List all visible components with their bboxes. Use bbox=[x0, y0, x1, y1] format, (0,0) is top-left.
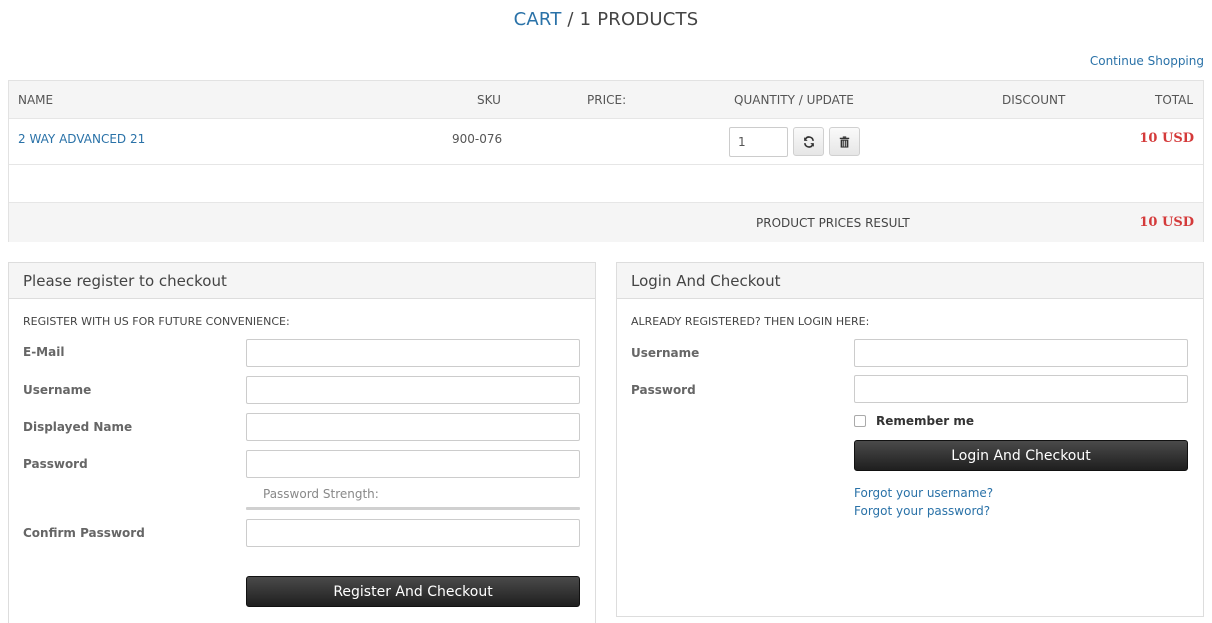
result-total: 10 USD bbox=[1139, 215, 1194, 230]
column-header-sku: SKU bbox=[477, 93, 501, 107]
trash-icon bbox=[839, 135, 850, 148]
login-panel-title: Login And Checkout bbox=[617, 263, 1203, 299]
register-and-checkout-button[interactable]: Register And Checkout bbox=[246, 576, 580, 607]
remember-me-label: Remember me bbox=[876, 414, 974, 428]
login-password-field[interactable] bbox=[854, 375, 1188, 403]
login-password-label: Password bbox=[631, 383, 696, 397]
username-label: Username bbox=[23, 383, 92, 397]
login-username-field[interactable] bbox=[854, 339, 1188, 367]
login-username-label: Username bbox=[631, 346, 700, 360]
remember-me-checkbox[interactable] bbox=[854, 415, 866, 427]
register-subtitle: REGISTER WITH US FOR FUTURE CONVENIENCE: bbox=[23, 315, 290, 328]
column-header-total: TOTAL bbox=[1155, 93, 1194, 107]
username-field[interactable] bbox=[246, 376, 580, 404]
result-label: PRODUCT PRICES RESULT bbox=[756, 216, 910, 230]
cart-item-row: 2 WAY ADVANCED 21 900-076 10 USD bbox=[9, 119, 1203, 165]
column-header-discount: DISCOUNT bbox=[1002, 93, 1066, 107]
register-panel: Please register to checkout REGISTER WIT… bbox=[8, 262, 596, 623]
delete-item-button[interactable] bbox=[829, 127, 860, 156]
page-title: CART / 1 PRODUCTS bbox=[0, 9, 1212, 30]
column-header-name: NAME bbox=[18, 93, 54, 107]
email-label: E-Mail bbox=[23, 345, 65, 359]
product-total: 10 USD bbox=[1139, 131, 1194, 146]
products-count-text: / 1 PRODUCTS bbox=[561, 9, 699, 30]
cart-table: NAME SKU PRICE: QUANTITY / UPDATE DISCOU… bbox=[8, 80, 1204, 242]
forgot-username-link[interactable]: Forgot your username? bbox=[854, 486, 993, 500]
displayed-name-field[interactable] bbox=[246, 413, 580, 441]
quantity-input[interactable] bbox=[729, 127, 788, 157]
login-subtitle: ALREADY REGISTERED? THEN LOGIN HERE: bbox=[631, 315, 870, 328]
forgot-password-link[interactable]: Forgot your password? bbox=[854, 504, 990, 518]
displayed-name-label: Displayed Name bbox=[23, 420, 133, 434]
update-quantity-button[interactable] bbox=[793, 127, 824, 156]
confirm-password-label: Confirm Password bbox=[23, 526, 145, 540]
cart-table-header: NAME SKU PRICE: QUANTITY / UPDATE DISCOU… bbox=[9, 81, 1203, 119]
column-header-quantity: QUANTITY / UPDATE bbox=[734, 93, 854, 107]
remember-me[interactable]: Remember me bbox=[854, 414, 974, 428]
column-header-price: PRICE: bbox=[587, 93, 627, 107]
register-panel-title: Please register to checkout bbox=[9, 263, 595, 299]
cart-result-row: PRODUCT PRICES RESULT 10 USD bbox=[9, 203, 1203, 242]
product-name-link[interactable]: 2 WAY ADVANCED 21 bbox=[18, 132, 145, 146]
password-strength-bar bbox=[246, 507, 580, 510]
continue-shopping-link[interactable]: Continue Shopping bbox=[1090, 54, 1204, 68]
password-field[interactable] bbox=[246, 450, 580, 478]
product-sku: 900-076 bbox=[452, 132, 503, 146]
confirm-password-field[interactable] bbox=[246, 519, 580, 547]
login-and-checkout-button[interactable]: Login And Checkout bbox=[854, 440, 1188, 471]
email-field[interactable] bbox=[246, 339, 580, 367]
cart-spacer-row bbox=[9, 165, 1203, 203]
cart-title-link[interactable]: CART bbox=[514, 9, 562, 30]
password-strength-label: Password Strength: bbox=[263, 487, 379, 501]
login-panel: Login And Checkout ALREADY REGISTERED? T… bbox=[616, 262, 1204, 617]
password-label: Password bbox=[23, 457, 88, 471]
refresh-icon bbox=[803, 135, 814, 148]
